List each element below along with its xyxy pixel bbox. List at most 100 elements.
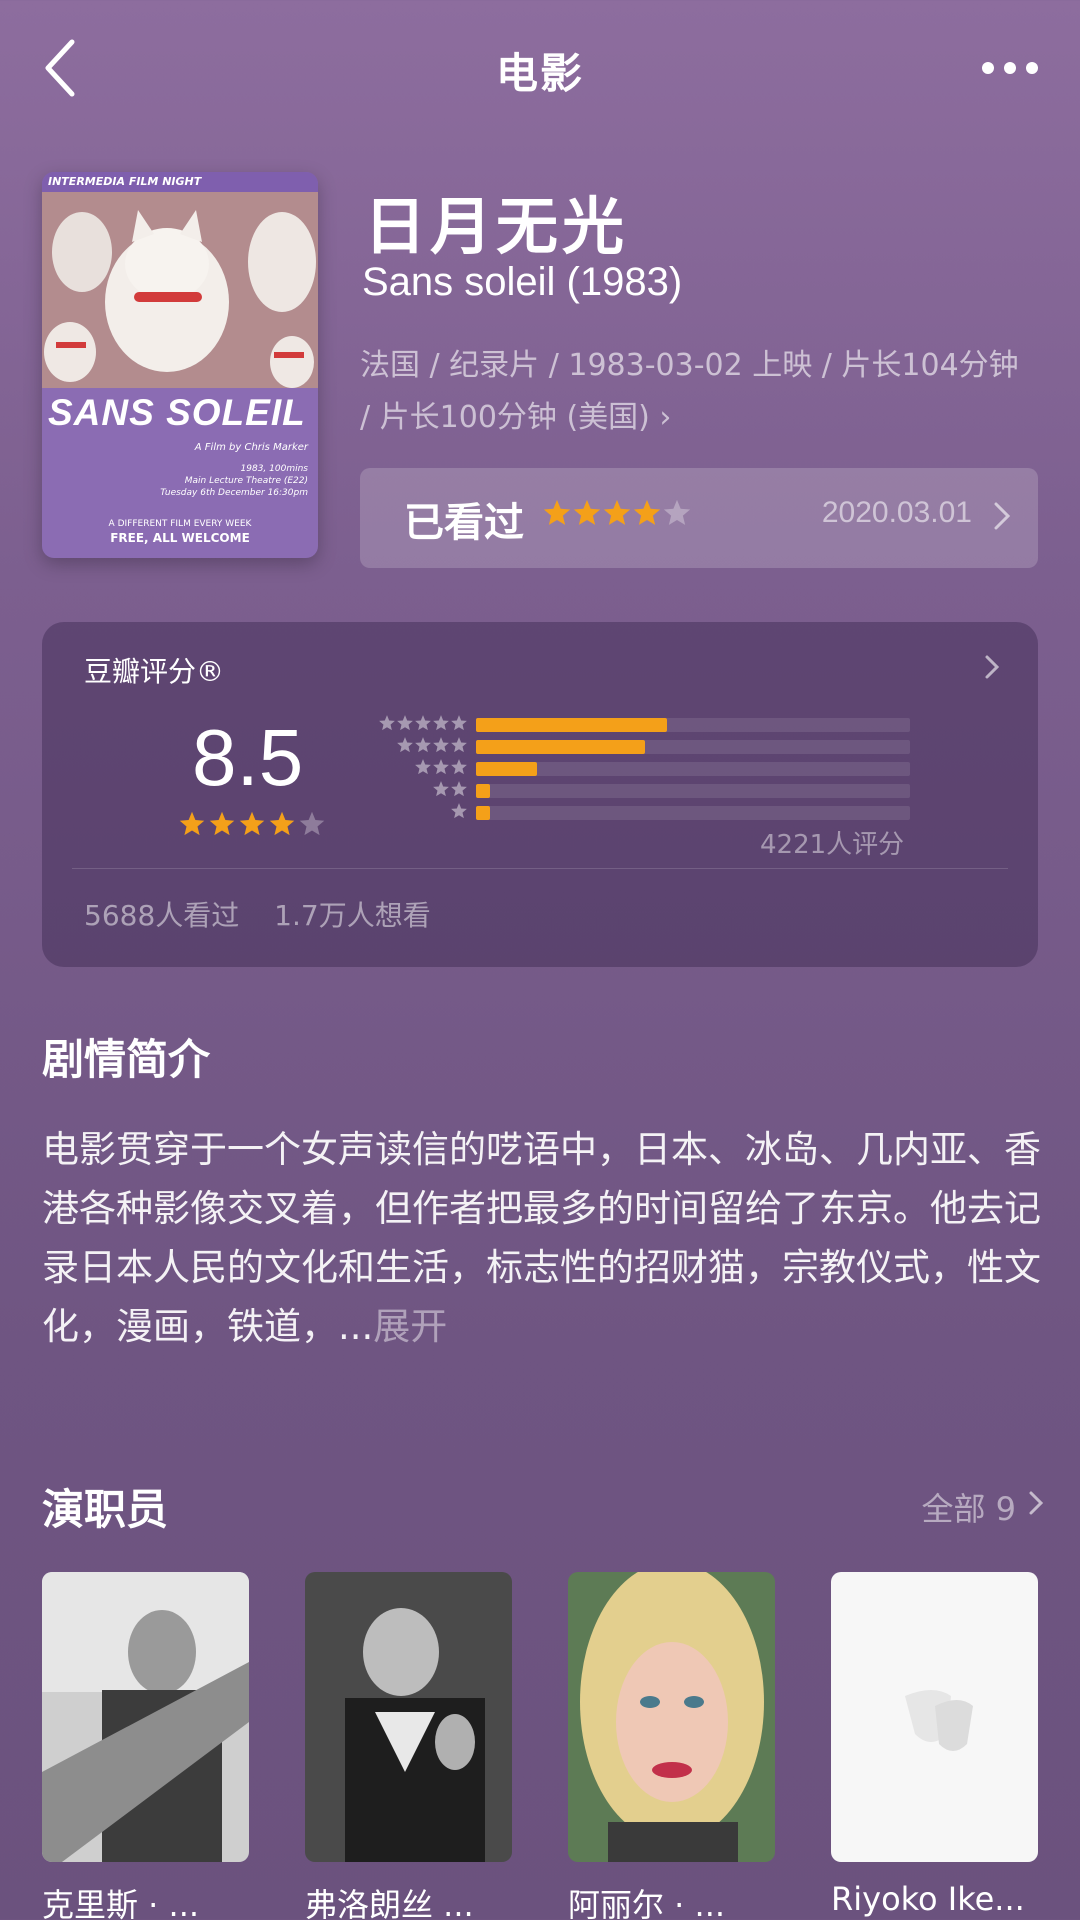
my-rating-box[interactable]: 已看过 2020.03.01	[360, 468, 1038, 568]
movie-original-title: Sans soleil (1983)	[362, 260, 683, 304]
cast-photo	[568, 1572, 775, 1862]
more-button[interactable]	[980, 50, 1040, 86]
star-icon	[603, 499, 631, 525]
poster-info-line: Tuesday 6th December 16:30pm	[160, 488, 308, 498]
chevron-right-icon: ›	[659, 400, 672, 435]
star-icon	[209, 811, 235, 836]
poster-photo	[42, 192, 318, 388]
cast-photo	[305, 1572, 512, 1862]
page-title: 电影	[495, 49, 584, 98]
distribution-row	[352, 802, 932, 824]
distribution-bar	[476, 740, 646, 754]
distribution-row	[352, 736, 932, 758]
star-icon	[663, 499, 691, 525]
distribution-stars	[396, 736, 468, 754]
theater-masks-icon	[905, 1690, 973, 1751]
cast-card[interactable]: 弗洛朗丝 ...	[305, 1572, 512, 1920]
star-icon	[415, 737, 431, 753]
chevron-right-icon	[994, 502, 1011, 530]
distribution-bar	[476, 762, 537, 776]
watched-label: 已看过	[404, 500, 524, 546]
cast-card[interactable]: 克里斯 · ...	[42, 1572, 249, 1920]
chevron-right-icon	[1029, 1491, 1044, 1515]
cast-name: 阿丽尔 · ...	[568, 1886, 726, 1920]
distribution-row	[352, 780, 932, 802]
star-icon	[451, 759, 467, 775]
star-icon	[451, 803, 467, 819]
star-icon	[433, 715, 449, 731]
distribution-track	[476, 740, 910, 754]
star-icon	[239, 811, 265, 836]
poster-info: 1983, 100mins Main Lecture Theatre (E22)…	[42, 453, 318, 499]
distribution-bar	[476, 784, 490, 798]
cast-photo-placeholder	[831, 1572, 1038, 1862]
movie-title: 日月无光	[364, 190, 629, 263]
cast-title: 演职员	[42, 1485, 169, 1534]
star-icon	[415, 715, 431, 731]
star-icon	[269, 811, 295, 836]
star-icon	[379, 715, 395, 731]
my-rating-stars	[542, 498, 692, 534]
star-icon	[451, 737, 467, 753]
star-icon	[451, 715, 467, 731]
star-icon	[179, 811, 205, 836]
chevron-right-icon	[985, 655, 1000, 679]
distribution-row	[352, 758, 932, 780]
poster-footer: A DIFFERENT FILM EVERY WEEK	[108, 519, 252, 529]
poster-top-text: INTERMEDIA FILM NIGHT	[42, 172, 318, 192]
want-count[interactable]: 1.7万人想看	[274, 899, 431, 932]
star-icon	[633, 499, 661, 525]
watched-count[interactable]: 5688人看过	[84, 899, 239, 932]
top-bar: 电影	[0, 0, 1080, 140]
rating-people: 5688人看过 1.7万人想看	[84, 894, 457, 934]
douban-rating-label: 豆瓣评分®	[84, 655, 225, 688]
star-icon	[397, 715, 413, 731]
poster-title: SANS SOLEIL	[48, 392, 306, 433]
more-icon	[982, 62, 1038, 74]
expand-link[interactable]: 展开	[373, 1305, 447, 1348]
star-icon	[573, 499, 601, 525]
cast-card[interactable]: Riyoko Ike...	[831, 1572, 1038, 1918]
douban-score: 8.5	[192, 713, 304, 802]
watched-date: 2020.03.01	[821, 496, 972, 529]
poster-info-line: Main Lecture Theatre (E22)	[184, 476, 308, 486]
person-photo	[42, 1572, 249, 1862]
lucky-cat-image	[42, 192, 318, 388]
star-icon	[415, 759, 431, 775]
cast-list: 克里斯 · ... 弗洛朗丝 ... 阿丽尔 · ... Riyoko Ike.…	[42, 1572, 1038, 1920]
star-icon	[433, 781, 449, 797]
distribution-stars	[414, 758, 468, 776]
distribution-stars	[378, 714, 468, 732]
cast-card[interactable]: 阿丽尔 · ...	[568, 1572, 775, 1920]
star-icon	[397, 737, 413, 753]
person-photo	[568, 1572, 775, 1862]
person-photo	[305, 1572, 512, 1862]
douban-score-stars	[178, 810, 328, 838]
rating-count: 4221人评分	[760, 830, 905, 860]
cast-name: 克里斯 · ...	[42, 1886, 200, 1920]
distribution-bar	[476, 806, 490, 820]
poster-info-line: 1983, 100mins	[240, 464, 308, 474]
synopsis-title: 剧情简介	[42, 1035, 211, 1084]
douban-rating-card[interactable]: 豆瓣评分® 8.5 4221人评分 5688人看过 1.7万人想看	[42, 622, 1038, 967]
movie-poster[interactable]: INTERMEDIA FILM NIGHT SANS SOLEIL A Film…	[42, 172, 318, 558]
distribution-track	[476, 806, 910, 820]
poster-footer-bold: FREE, ALL WELCOME	[110, 531, 250, 545]
movie-meta[interactable]: 法国 / 纪录片 / 1983-03-02 上映 / 片长104分钟 / 片长1…	[360, 340, 1020, 444]
synopsis-text[interactable]: 电影贯穿于一个女声读信的呓语中，日本、冰岛、几内亚、香港各种影像交叉着，但作者把…	[42, 1120, 1042, 1360]
star-icon	[451, 781, 467, 797]
distribution-stars	[432, 780, 468, 798]
movie-meta-text: 法国 / 纪录片 / 1983-03-02 上映 / 片长104分钟 / 片长1…	[360, 348, 1019, 435]
synopsis-body: 电影贯穿于一个女声读信的呓语中，日本、冰岛、几内亚、香港各种影像交叉着，但作者把…	[42, 1128, 1041, 1348]
distribution-bar	[476, 718, 667, 732]
distribution-track	[476, 718, 910, 732]
cast-all-link[interactable]: 全部 9	[921, 1484, 1016, 1530]
star-icon	[299, 811, 325, 836]
cast-name: 弗洛朗丝 ...	[305, 1886, 474, 1920]
star-icon	[433, 737, 449, 753]
poster-credit: A Film by Chris Marker	[194, 442, 308, 453]
distribution-track	[476, 762, 910, 776]
cast-name: Riyoko Ike...	[831, 1880, 1025, 1918]
divider	[72, 868, 1008, 869]
star-icon	[433, 759, 449, 775]
